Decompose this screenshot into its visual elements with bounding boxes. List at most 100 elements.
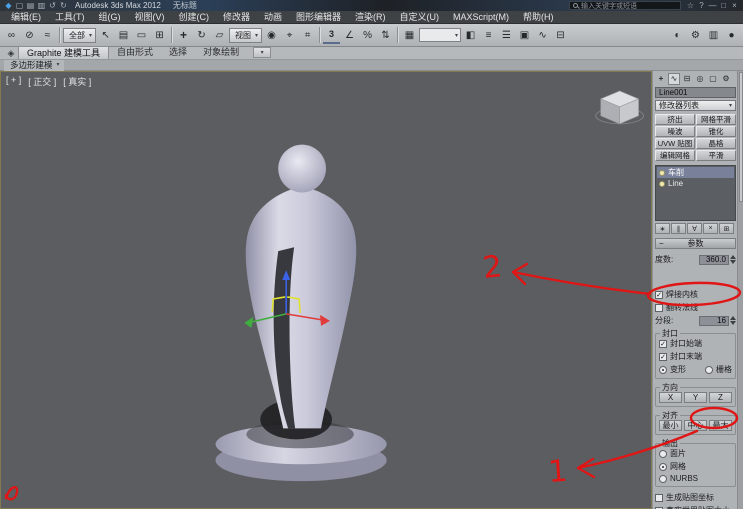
menu-edit[interactable]: 编辑(E) (4, 11, 48, 23)
modifier-list-dropdown[interactable]: 修改器列表 ▾ (655, 100, 736, 111)
schematic-view-icon[interactable] (552, 27, 569, 44)
menu-maxscript[interactable]: MAXScript(M) (446, 11, 516, 23)
menu-create[interactable]: 创建(C) (172, 11, 217, 23)
modifier-button-smooth[interactable]: 平滑 (696, 150, 736, 161)
favorites-icon[interactable] (685, 1, 696, 11)
panel-scrollbar[interactable] (737, 71, 743, 509)
ribbon-tab-freeform[interactable]: 自由形式 (109, 46, 161, 59)
menu-help[interactable]: 帮助(H) (516, 11, 561, 23)
graphite-toggle-icon[interactable] (516, 27, 533, 44)
select-and-link-icon[interactable] (3, 27, 20, 44)
menu-group[interactable]: 组(G) (92, 11, 128, 23)
viewport-pov-label[interactable]: [ 正交 ] (28, 75, 56, 88)
menu-graph-editors[interactable]: 图形编辑器 (289, 11, 348, 23)
render-setup-icon[interactable] (687, 27, 704, 44)
grid-radio[interactable] (705, 365, 713, 374)
help-icon[interactable] (696, 1, 707, 11)
viewport-shading-label[interactable]: [ 真实 ] (63, 75, 91, 88)
menu-modifiers[interactable]: 修改器 (216, 11, 257, 23)
direction-z-button[interactable]: Z (709, 392, 732, 403)
ribbon-tab-selection[interactable]: 选择 (161, 46, 195, 59)
named-selection-sets-dropdown[interactable]: ▾ (419, 28, 462, 42)
selection-filter-dropdown[interactable]: 全部 ▾ (63, 27, 97, 43)
align-icon[interactable] (480, 27, 497, 44)
keyboard-shortcut-icon[interactable] (299, 27, 316, 44)
undo-icon[interactable] (47, 1, 58, 11)
visibility-bulb-icon[interactable] (659, 180, 665, 187)
menu-rendering[interactable]: 渲染(R) (348, 11, 393, 23)
parameters-rollout-header[interactable]: 参数 (655, 238, 736, 249)
ribbon-panel-polygon-modeling[interactable]: 多边形建模 ▾ (4, 60, 64, 71)
align-center-button[interactable]: 中心 (684, 420, 707, 431)
stack-item-line[interactable]: Line (657, 178, 734, 189)
angle-snap-icon[interactable] (341, 27, 358, 44)
align-min-button[interactable]: 最小 (659, 420, 682, 431)
snaps-toggle-icon[interactable]: 3 (323, 27, 341, 44)
cap-end-checkbox[interactable] (659, 352, 667, 361)
menu-customize[interactable]: 自定义(U) (393, 11, 447, 23)
menu-tools[interactable]: 工具(T) (48, 11, 92, 23)
mirror-icon[interactable] (462, 27, 479, 44)
select-by-name-icon[interactable] (115, 27, 132, 44)
reference-coordinate-dropdown[interactable]: 视图 ▾ (229, 27, 263, 43)
create-tab-icon[interactable] (655, 73, 667, 85)
ribbon-minimize-dropdown[interactable]: ▾ (253, 47, 272, 58)
pin-stack-icon[interactable] (655, 223, 670, 234)
search-box[interactable]: 输入关键字或短语 (569, 1, 681, 10)
display-tab-icon[interactable] (707, 73, 719, 85)
close-icon[interactable] (729, 1, 740, 11)
unlink-selection-icon[interactable] (21, 27, 38, 44)
output-mesh-radio[interactable] (659, 462, 667, 471)
show-end-result-icon[interactable] (671, 223, 686, 234)
direction-x-button[interactable]: X (659, 392, 682, 403)
percent-snap-icon[interactable] (359, 27, 376, 44)
morph-radio[interactable] (659, 365, 667, 374)
rectangular-selection-icon[interactable] (133, 27, 150, 44)
menu-animation[interactable]: 动画 (257, 11, 289, 23)
bind-to-spacewarp-icon[interactable] (39, 27, 56, 44)
graphite-menu-icon[interactable] (4, 47, 18, 59)
select-scale-icon[interactable] (211, 27, 228, 44)
modifier-button-noise[interactable]: 噪波 (655, 126, 695, 137)
rendered-frame-icon[interactable] (705, 27, 722, 44)
remove-modifier-icon[interactable] (703, 223, 718, 234)
save-file-icon[interactable] (36, 1, 47, 11)
select-move-icon[interactable] (175, 27, 192, 44)
cap-start-checkbox[interactable] (659, 339, 667, 348)
direction-y-button[interactable]: Y (684, 392, 707, 403)
modifier-button-meshsmooth[interactable]: 网格平滑 (696, 114, 736, 125)
configure-sets-icon[interactable] (719, 223, 734, 234)
ribbon-tab-object-paint[interactable]: 对象绘制 (195, 46, 247, 59)
select-manipulate-icon[interactable] (281, 27, 298, 44)
modify-tab-icon[interactable] (668, 72, 680, 85)
flip-normals-checkbox[interactable] (655, 303, 663, 312)
app-logo-icon[interactable] (3, 1, 14, 11)
align-max-button[interactable]: 最大 (709, 420, 732, 431)
segments-input[interactable]: 16 (699, 315, 729, 326)
visibility-bulb-icon[interactable] (659, 169, 665, 176)
modifier-button-uvw-map[interactable]: UVW 贴图 (655, 138, 695, 149)
window-crossing-icon[interactable] (151, 27, 168, 44)
minimize-icon[interactable] (707, 1, 718, 11)
motion-tab-icon[interactable] (694, 73, 706, 85)
gen-map-checkbox[interactable] (655, 493, 663, 502)
select-object-icon[interactable] (97, 27, 114, 44)
hierarchy-tab-icon[interactable] (681, 73, 693, 85)
open-file-icon[interactable] (25, 1, 36, 11)
lathe-model[interactable] (215, 144, 387, 482)
curve-editor-icon[interactable] (534, 27, 551, 44)
ribbon-tab-graphite[interactable]: Graphite 建模工具 (18, 46, 110, 59)
segments-spinner[interactable] (730, 316, 736, 325)
menu-views[interactable]: 视图(V) (128, 11, 172, 23)
modifier-button-taper[interactable]: 锥化 (696, 126, 736, 137)
viewport-orthographic[interactable]: [ + ] [ 正交 ] [ 真实 ] (0, 71, 652, 509)
named-selection-icon[interactable] (401, 27, 418, 44)
utilities-tab-icon[interactable] (720, 73, 732, 85)
material-editor-icon[interactable] (669, 27, 686, 44)
output-nurbs-radio[interactable] (659, 474, 667, 483)
layer-manager-icon[interactable] (498, 27, 515, 44)
maximize-icon[interactable] (718, 1, 729, 11)
output-patch-radio[interactable] (659, 449, 667, 458)
new-file-icon[interactable] (14, 1, 25, 11)
object-name-field[interactable]: Line001 (655, 87, 736, 98)
